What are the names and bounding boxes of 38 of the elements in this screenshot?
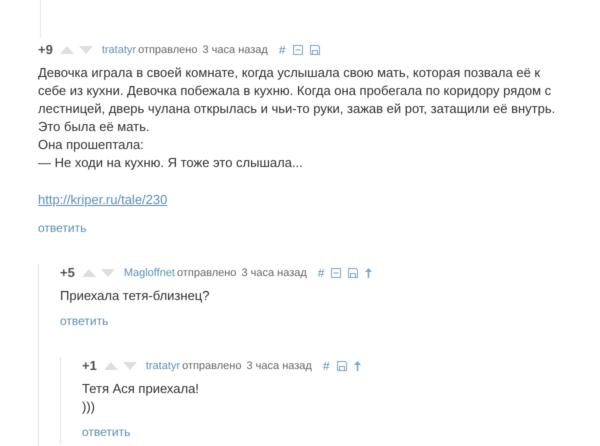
rating: +9 [38, 41, 53, 60]
upvote-icon[interactable] [60, 46, 74, 54]
permalink-link[interactable]: # [318, 264, 324, 282]
comment-text: Девочка играла в своей комнате, когда услышала свою мать, которая позвала её к себе из кухни. Девочка побежала в кухню. Когда она пробегала по коридору рядом с лестницей, дверь чулана открылась и чьи-то руки, зажав ей рот, затащили её внутрь. Это была её мать. [38, 64, 556, 136]
rating: +5 [60, 264, 75, 282]
story-link[interactable]: http://kriper.ru/tale/230 [38, 192, 168, 207]
author-link[interactable]: tratatyr [146, 358, 180, 374]
posted-label: отправлено [182, 358, 242, 374]
downvote-icon[interactable] [78, 46, 93, 54]
comment-text: Она прошептала: [38, 136, 145, 154]
collapse-icon[interactable] [331, 268, 342, 278]
comment-text: ))) [82, 398, 96, 416]
permalink-link[interactable]: # [322, 357, 330, 375]
permalink-link[interactable]: # [278, 41, 286, 59]
reply-link[interactable]: ответить [38, 221, 86, 235]
downvote-icon[interactable] [100, 269, 115, 277]
collapse-icon[interactable] [292, 45, 303, 55]
comment-time: 3 часа назад [202, 42, 268, 58]
comment-text: Тетя Ася приехала! [82, 380, 200, 398]
rating: +1 [82, 357, 97, 376]
reply-link[interactable]: ответить [82, 425, 130, 439]
reply-link[interactable]: ответить [60, 314, 108, 328]
author-link[interactable]: tratatyr [102, 42, 136, 58]
downvote-icon[interactable] [122, 362, 137, 370]
upvote-icon[interactable] [82, 269, 96, 277]
save-icon[interactable] [348, 268, 358, 278]
save-icon[interactable] [310, 45, 320, 55]
comment-text: Приехала тетя-близнец? [60, 287, 210, 305]
comment-time: 3 часа назад [246, 358, 312, 374]
posted-label: отправлено [177, 266, 236, 281]
upvote-icon[interactable] [104, 362, 118, 370]
author-link[interactable]: Magloffnet [124, 264, 175, 282]
comment-text: — Не ходи на кухню. Я тоже это слышала... [38, 154, 304, 172]
posted-label: отправлено [138, 42, 198, 58]
save-icon[interactable] [336, 361, 347, 371]
up-arrow-icon[interactable] [354, 361, 361, 371]
comment-time: 3 часа назад [241, 266, 307, 281]
up-arrow-icon[interactable] [365, 268, 372, 278]
